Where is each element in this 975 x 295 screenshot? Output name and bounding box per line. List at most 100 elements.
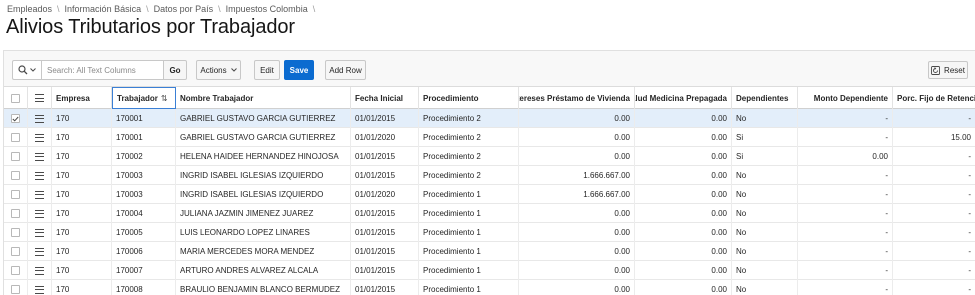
cell-trabajador[interactable]: 170001 (112, 128, 176, 147)
cell-fecha-inicial[interactable]: 01/01/2015 (351, 242, 419, 261)
cell-empresa[interactable]: 170 (52, 128, 112, 147)
cell-intereses[interactable]: 0.00 (519, 280, 635, 295)
row-checkbox[interactable] (11, 247, 20, 256)
cell-procedimiento[interactable]: Procedimiento 1 (419, 204, 519, 223)
breadcrumb-item-datos-por-pais[interactable]: Datos por País (154, 4, 214, 14)
breadcrumb-item-informacion-basica[interactable]: Información Básica (65, 4, 142, 14)
cell-porc-fijo[interactable]: - (893, 185, 975, 204)
row-actions-header[interactable] (28, 87, 52, 109)
cell-empresa[interactable]: 170 (52, 261, 112, 280)
cell-dependientes[interactable]: No (732, 223, 798, 242)
cell-monto-dependiente[interactable]: 0.00 (798, 147, 893, 166)
cell-porc-fijo[interactable]: - (893, 223, 975, 242)
table-row[interactable]: 170 170005 LUIS LEONARDO LOPEZ LINARES 01/0… (4, 223, 975, 242)
row-selector-cell[interactable] (4, 204, 28, 223)
search-input[interactable] (41, 60, 164, 80)
row-actions-menu-icon[interactable] (35, 133, 44, 142)
cell-trabajador[interactable]: 170002 (112, 147, 176, 166)
cell-procedimiento[interactable]: Procedimiento 2 (419, 166, 519, 185)
row-checkbox[interactable] (11, 228, 20, 237)
search-column-button[interactable] (12, 60, 41, 80)
cell-empresa[interactable]: 170 (52, 147, 112, 166)
cell-nombre-trabajador[interactable]: GABRIEL GUSTAVO GARCIA GUTIERREZ (176, 109, 351, 128)
cell-porc-fijo[interactable]: - (893, 109, 975, 128)
cell-fecha-inicial[interactable]: 01/01/2015 (351, 280, 419, 295)
cell-dependientes[interactable]: No (732, 280, 798, 295)
cell-intereses[interactable]: 0.00 (519, 204, 635, 223)
cell-intereses[interactable]: 0.00 (519, 223, 635, 242)
row-checkbox[interactable] (11, 266, 20, 275)
row-actions-cell[interactable] (28, 185, 52, 204)
column-header-trabajador[interactable]: Trabajador ⇅ (112, 87, 176, 109)
cell-monto-dependiente[interactable]: - (798, 223, 893, 242)
column-header-fecha-inicial[interactable]: Fecha Inicial (351, 87, 419, 109)
cell-fecha-inicial[interactable]: 01/01/2015 (351, 223, 419, 242)
cell-nombre-trabajador[interactable]: GABRIEL GUSTAVO GARCIA GUTIERREZ (176, 128, 351, 147)
cell-porc-fijo[interactable]: - (893, 166, 975, 185)
cell-trabajador[interactable]: 170004 (112, 204, 176, 223)
column-header-procedimiento[interactable]: Procedimiento (419, 87, 519, 109)
cell-salud[interactable]: 0.00 (635, 166, 732, 185)
row-actions-cell[interactable] (28, 204, 52, 223)
row-actions-cell[interactable] (28, 223, 52, 242)
row-selector-cell[interactable] (4, 223, 28, 242)
cell-nombre-trabajador[interactable]: HELENA HAIDEE HERNANDEZ HINOJOSA (176, 147, 351, 166)
row-checkbox[interactable] (11, 114, 20, 123)
cell-monto-dependiente[interactable]: - (798, 242, 893, 261)
cell-monto-dependiente[interactable]: - (798, 166, 893, 185)
column-header-empresa[interactable]: Empresa (52, 87, 112, 109)
cell-nombre-trabajador[interactable]: BRAULIO BENJAMIN BLANCO BERMUDEZ (176, 280, 351, 295)
cell-monto-dependiente[interactable]: - (798, 204, 893, 223)
breadcrumb-item-impuestos-colombia[interactable]: Impuestos Colombia (226, 4, 308, 14)
cell-porc-fijo[interactable]: - (893, 280, 975, 295)
select-all-checkbox[interactable] (11, 93, 20, 103)
breadcrumb-item-empleados[interactable]: Empleados (7, 4, 52, 14)
row-selector-cell[interactable] (4, 261, 28, 280)
row-actions-cell[interactable] (28, 109, 52, 128)
cell-fecha-inicial[interactable]: 01/01/2015 (351, 166, 419, 185)
cell-intereses[interactable]: 0.00 (519, 128, 635, 147)
select-all-cell[interactable] (4, 87, 28, 109)
cell-nombre-trabajador[interactable]: JULIANA JAZMIN JIMENEZ JUAREZ (176, 204, 351, 223)
cell-procedimiento[interactable]: Procedimiento 2 (419, 147, 519, 166)
cell-nombre-trabajador[interactable]: INGRID ISABEL IGLESIAS IZQUIERDO (176, 166, 351, 185)
cell-fecha-inicial[interactable]: 01/01/2015 (351, 109, 419, 128)
cell-monto-dependiente[interactable]: - (798, 185, 893, 204)
row-actions-menu-icon[interactable] (35, 285, 44, 294)
row-actions-menu-icon[interactable] (35, 190, 44, 199)
column-header-nombre-trabajador[interactable]: Nombre Trabajador (176, 87, 351, 109)
cell-monto-dependiente[interactable]: - (798, 128, 893, 147)
cell-dependientes[interactable]: No (732, 109, 798, 128)
cell-empresa[interactable]: 170 (52, 185, 112, 204)
go-button[interactable]: Go (164, 60, 187, 80)
cell-salud[interactable]: 0.00 (635, 280, 732, 295)
row-selector-cell[interactable] (4, 242, 28, 261)
cell-porc-fijo[interactable]: - (893, 147, 975, 166)
cell-intereses[interactable]: 0.00 (519, 147, 635, 166)
table-row[interactable]: 170 170008 BRAULIO BENJAMIN BLANCO BERMUDE… (4, 280, 975, 295)
cell-fecha-inicial[interactable]: 01/01/2015 (351, 147, 419, 166)
row-actions-cell[interactable] (28, 147, 52, 166)
cell-dependientes[interactable]: No (732, 261, 798, 280)
row-checkbox[interactable] (11, 285, 20, 294)
cell-trabajador[interactable]: 170005 (112, 223, 176, 242)
cell-intereses[interactable]: 0.00 (519, 109, 635, 128)
table-row[interactable]: 170 170004 JULIANA JAZMIN JIMENEZ JUAREZ 01… (4, 204, 975, 223)
row-checkbox[interactable] (11, 209, 20, 218)
row-actions-cell[interactable] (28, 242, 52, 261)
cell-dependientes[interactable]: Si (732, 128, 798, 147)
cell-dependientes[interactable]: Si (732, 147, 798, 166)
cell-trabajador[interactable]: 170007 (112, 261, 176, 280)
row-actions-menu-icon[interactable] (35, 152, 44, 161)
cell-intereses[interactable]: 0.00 (519, 242, 635, 261)
cell-procedimiento[interactable]: Procedimiento 1 (419, 261, 519, 280)
row-actions-menu-icon[interactable] (35, 171, 44, 180)
row-actions-menu-icon[interactable] (35, 247, 44, 256)
table-row[interactable]: 170 170006 MARIA MERCEDES MORA MENDEZ 01/01… (4, 242, 975, 261)
cell-salud[interactable]: 0.00 (635, 128, 732, 147)
cell-nombre-trabajador[interactable]: LUIS LEONARDO LOPEZ LINARES (176, 223, 351, 242)
cell-empresa[interactable]: 170 (52, 204, 112, 223)
row-actions-menu-icon[interactable] (35, 228, 44, 237)
cell-trabajador[interactable]: 170003 (112, 185, 176, 204)
cell-trabajador[interactable]: 170006 (112, 242, 176, 261)
